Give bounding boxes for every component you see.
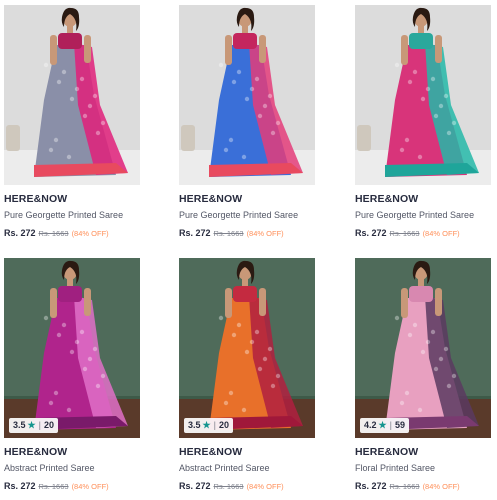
price-row: Rs. 272 Rs. 1663 (84% OFF): [179, 227, 315, 239]
product-title: Pure Georgette Printed Saree: [4, 210, 124, 220]
saree-model-photo: [355, 5, 491, 185]
rating-badge: 3.5 ★ | 20: [184, 418, 233, 433]
product-brand: HERE&NOW: [355, 446, 419, 458]
rating-count: 20: [218, 420, 229, 430]
product-brand: HERE&NOW: [4, 193, 68, 205]
product-card[interactable]: 3.5 ★ | 20 HERE&NOW Abstract Printed Saree Rs.…: [179, 258, 315, 492]
price-row: Rs. 272 Rs. 1663 (84% OFF): [355, 227, 491, 239]
price-row: Rs. 272 Rs. 1663 (84% OFF): [179, 480, 315, 492]
product-title: Pure Georgette Printed Saree: [355, 210, 475, 220]
original-price: Rs. 1663: [213, 482, 244, 491]
star-icon: ★: [378, 420, 387, 430]
rating-count: 59: [394, 420, 405, 430]
price-row: Rs. 272 Rs. 1663 (84% OFF): [355, 480, 491, 492]
product-card[interactable]: 4.2 ★ | 59 HERE&NOW Floral Printed Saree Rs. 2…: [355, 258, 491, 492]
product-image[interactable]: [179, 5, 315, 185]
product-grid: HERE&NOW Pure Georgette Printed Saree Rs. …: [0, 0, 497, 500]
product-image[interactable]: 4.2 ★ | 59: [355, 258, 491, 438]
saree-model-photo: [179, 5, 315, 185]
product-title: Abstract Printed Saree: [179, 463, 270, 473]
discount-label: (84% OFF): [246, 482, 284, 491]
product-image[interactable]: 3.5 ★ | 20: [179, 258, 315, 438]
rating-separator: |: [38, 420, 41, 430]
original-price: Rs. 1663: [38, 229, 69, 238]
rating-badge: 4.2 ★ | 59: [360, 418, 409, 433]
product-card[interactable]: HERE&NOW Pure Georgette Printed Saree Rs. …: [355, 5, 491, 239]
rating-count: 20: [43, 420, 54, 430]
product-title: Pure Georgette Printed Saree: [179, 210, 299, 220]
rating-separator: |: [213, 420, 216, 430]
saree-model-photo: [179, 258, 315, 438]
product-title: Abstract Printed Saree: [4, 463, 95, 473]
saree-model-photo: [4, 5, 140, 185]
product-card[interactable]: 3.5 ★ | 20 HERE&NOW Abstract Printed Saree Rs.…: [4, 258, 140, 492]
original-price: Rs. 1663: [389, 482, 420, 491]
selling-price: Rs. 272: [4, 481, 36, 491]
original-price: Rs. 1663: [389, 229, 420, 238]
rating-badge: 3.5 ★ | 20: [9, 418, 58, 433]
rating-score: 3.5: [188, 420, 201, 430]
selling-price: Rs. 272: [355, 228, 387, 238]
rating-score: 4.2: [364, 420, 377, 430]
product-brand: HERE&NOW: [179, 193, 243, 205]
discount-label: (84% OFF): [246, 229, 284, 238]
rating-separator: |: [389, 420, 392, 430]
original-price: Rs. 1663: [213, 229, 244, 238]
selling-price: Rs. 272: [355, 481, 387, 491]
saree-model-photo: [4, 258, 140, 438]
product-image[interactable]: [355, 5, 491, 185]
product-brand: HERE&NOW: [179, 446, 243, 458]
selling-price: Rs. 272: [4, 228, 36, 238]
product-title: Floral Printed Saree: [355, 463, 436, 473]
selling-price: Rs. 272: [179, 228, 211, 238]
product-image[interactable]: [4, 5, 140, 185]
star-icon: ★: [27, 420, 36, 430]
star-icon: ★: [202, 420, 211, 430]
discount-label: (84% OFF): [71, 229, 109, 238]
product-card[interactable]: HERE&NOW Pure Georgette Printed Saree Rs. …: [179, 5, 315, 239]
discount-label: (84% OFF): [422, 229, 460, 238]
selling-price: Rs. 272: [179, 481, 211, 491]
rating-score: 3.5: [13, 420, 26, 430]
product-card[interactable]: HERE&NOW Pure Georgette Printed Saree Rs. …: [4, 5, 140, 239]
product-image[interactable]: 3.5 ★ | 20: [4, 258, 140, 438]
product-brand: HERE&NOW: [355, 193, 419, 205]
saree-model-photo: [355, 258, 491, 438]
discount-label: (84% OFF): [422, 482, 460, 491]
price-row: Rs. 272 Rs. 1663 (84% OFF): [4, 227, 140, 239]
discount-label: (84% OFF): [71, 482, 109, 491]
original-price: Rs. 1663: [38, 482, 69, 491]
product-brand: HERE&NOW: [4, 446, 68, 458]
price-row: Rs. 272 Rs. 1663 (84% OFF): [4, 480, 140, 492]
